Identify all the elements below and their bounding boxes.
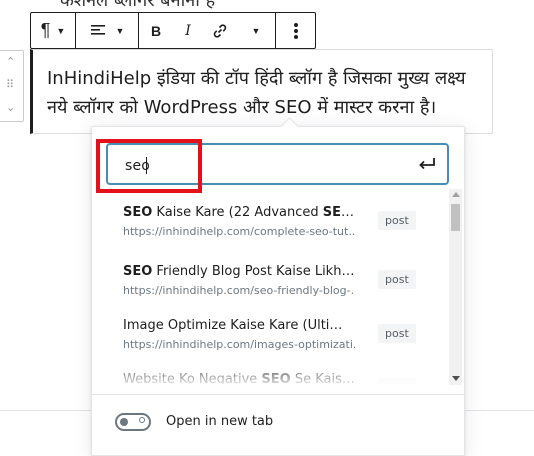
scrollbar[interactable] bbox=[449, 189, 462, 385]
open-new-tab-label: Open in new tab bbox=[166, 414, 274, 429]
link-button[interactable] bbox=[203, 13, 237, 48]
suggestion-title: Image Optimize Kaise Kare (Ultimate... bbox=[123, 318, 355, 333]
bold-button[interactable]: B bbox=[139, 13, 173, 48]
suggestion-title: SEO Friendly Blog Post Kaise Likhe [... bbox=[123, 264, 355, 279]
block-toolbar: ¶ ▼ ▼ B I ▼ bbox=[30, 12, 316, 49]
move-up-icon[interactable]: ⌃ bbox=[6, 55, 15, 68]
more-vertical-icon bbox=[294, 22, 298, 39]
suggestion-url: https://inhindihelp.com/images-optimizat… bbox=[123, 338, 355, 351]
open-new-tab-toggle[interactable] bbox=[115, 413, 151, 431]
suggestion-url: https://inhindihelp.com/complete-seo-tut… bbox=[123, 225, 355, 238]
options-group bbox=[276, 13, 316, 48]
suggestion-item[interactable]: SEO Kaise Kare (22 Advanced SEO Ti... htt… bbox=[106, 200, 436, 250]
suggestion-item[interactable]: Image Optimize Kaise Kare (Ultimate... ht… bbox=[106, 313, 436, 363]
paragraph-icon: ¶ bbox=[40, 20, 51, 40]
enter-icon[interactable] bbox=[416, 155, 438, 173]
highlight-annotation-box bbox=[96, 139, 202, 193]
format-group: B I ▼ bbox=[139, 13, 276, 48]
suggestion-type-badge: post bbox=[378, 324, 416, 343]
more-options-button[interactable] bbox=[276, 13, 316, 48]
scroll-up-arrow-icon[interactable] bbox=[452, 192, 460, 197]
paragraph-block-button[interactable]: ¶ ▼ bbox=[31, 13, 75, 48]
block-mover: ⌃ ⠿ ⌄ bbox=[0, 50, 24, 122]
suggestion-item[interactable]: SEO Friendly Blog Post Kaise Likhe [... h… bbox=[106, 259, 436, 309]
chevron-down-icon: ▼ bbox=[251, 25, 261, 36]
more-formats-button[interactable]: ▼ bbox=[237, 13, 275, 48]
chevron-down-icon: ▼ bbox=[56, 25, 66, 36]
popover-divider bbox=[92, 394, 464, 395]
clipped-previous-text: केशनल ब्लॉगर बनाना है bbox=[60, 0, 216, 11]
suggestion-title: SEO Kaise Kare (22 Advanced SEO Ti... bbox=[123, 205, 353, 220]
align-left-icon bbox=[90, 24, 105, 35]
chevron-down-icon: ▼ bbox=[115, 25, 125, 36]
scroll-thumb[interactable] bbox=[451, 204, 460, 231]
scroll-down-arrow-icon[interactable] bbox=[452, 376, 460, 381]
block-type-group: ¶ ▼ bbox=[31, 13, 76, 48]
align-button[interactable]: ▼ bbox=[76, 13, 138, 48]
align-group: ▼ bbox=[76, 13, 139, 48]
italic-button[interactable]: I bbox=[173, 13, 203, 48]
toggle-off-icon bbox=[139, 417, 145, 423]
link-icon bbox=[213, 23, 227, 38]
suggestion-type-badge: post bbox=[378, 211, 416, 230]
drag-handle-icon[interactable]: ⠿ bbox=[6, 78, 14, 91]
toggle-knob bbox=[120, 418, 128, 426]
suggestion-url: https://inhindihelp.com/seo-friendly-blo… bbox=[123, 284, 355, 297]
scroll-fade bbox=[106, 364, 446, 386]
paragraph-block[interactable]: InHindiHelp इंडिया की टॉप हिंदी ब्लॉग है… bbox=[30, 49, 493, 134]
move-down-icon[interactable]: ⌄ bbox=[6, 101, 15, 114]
link-suggestions-list: SEO Kaise Kare (22 Advanced SEO Ti... htt… bbox=[106, 200, 446, 384]
suggestion-type-badge: post bbox=[378, 270, 416, 289]
